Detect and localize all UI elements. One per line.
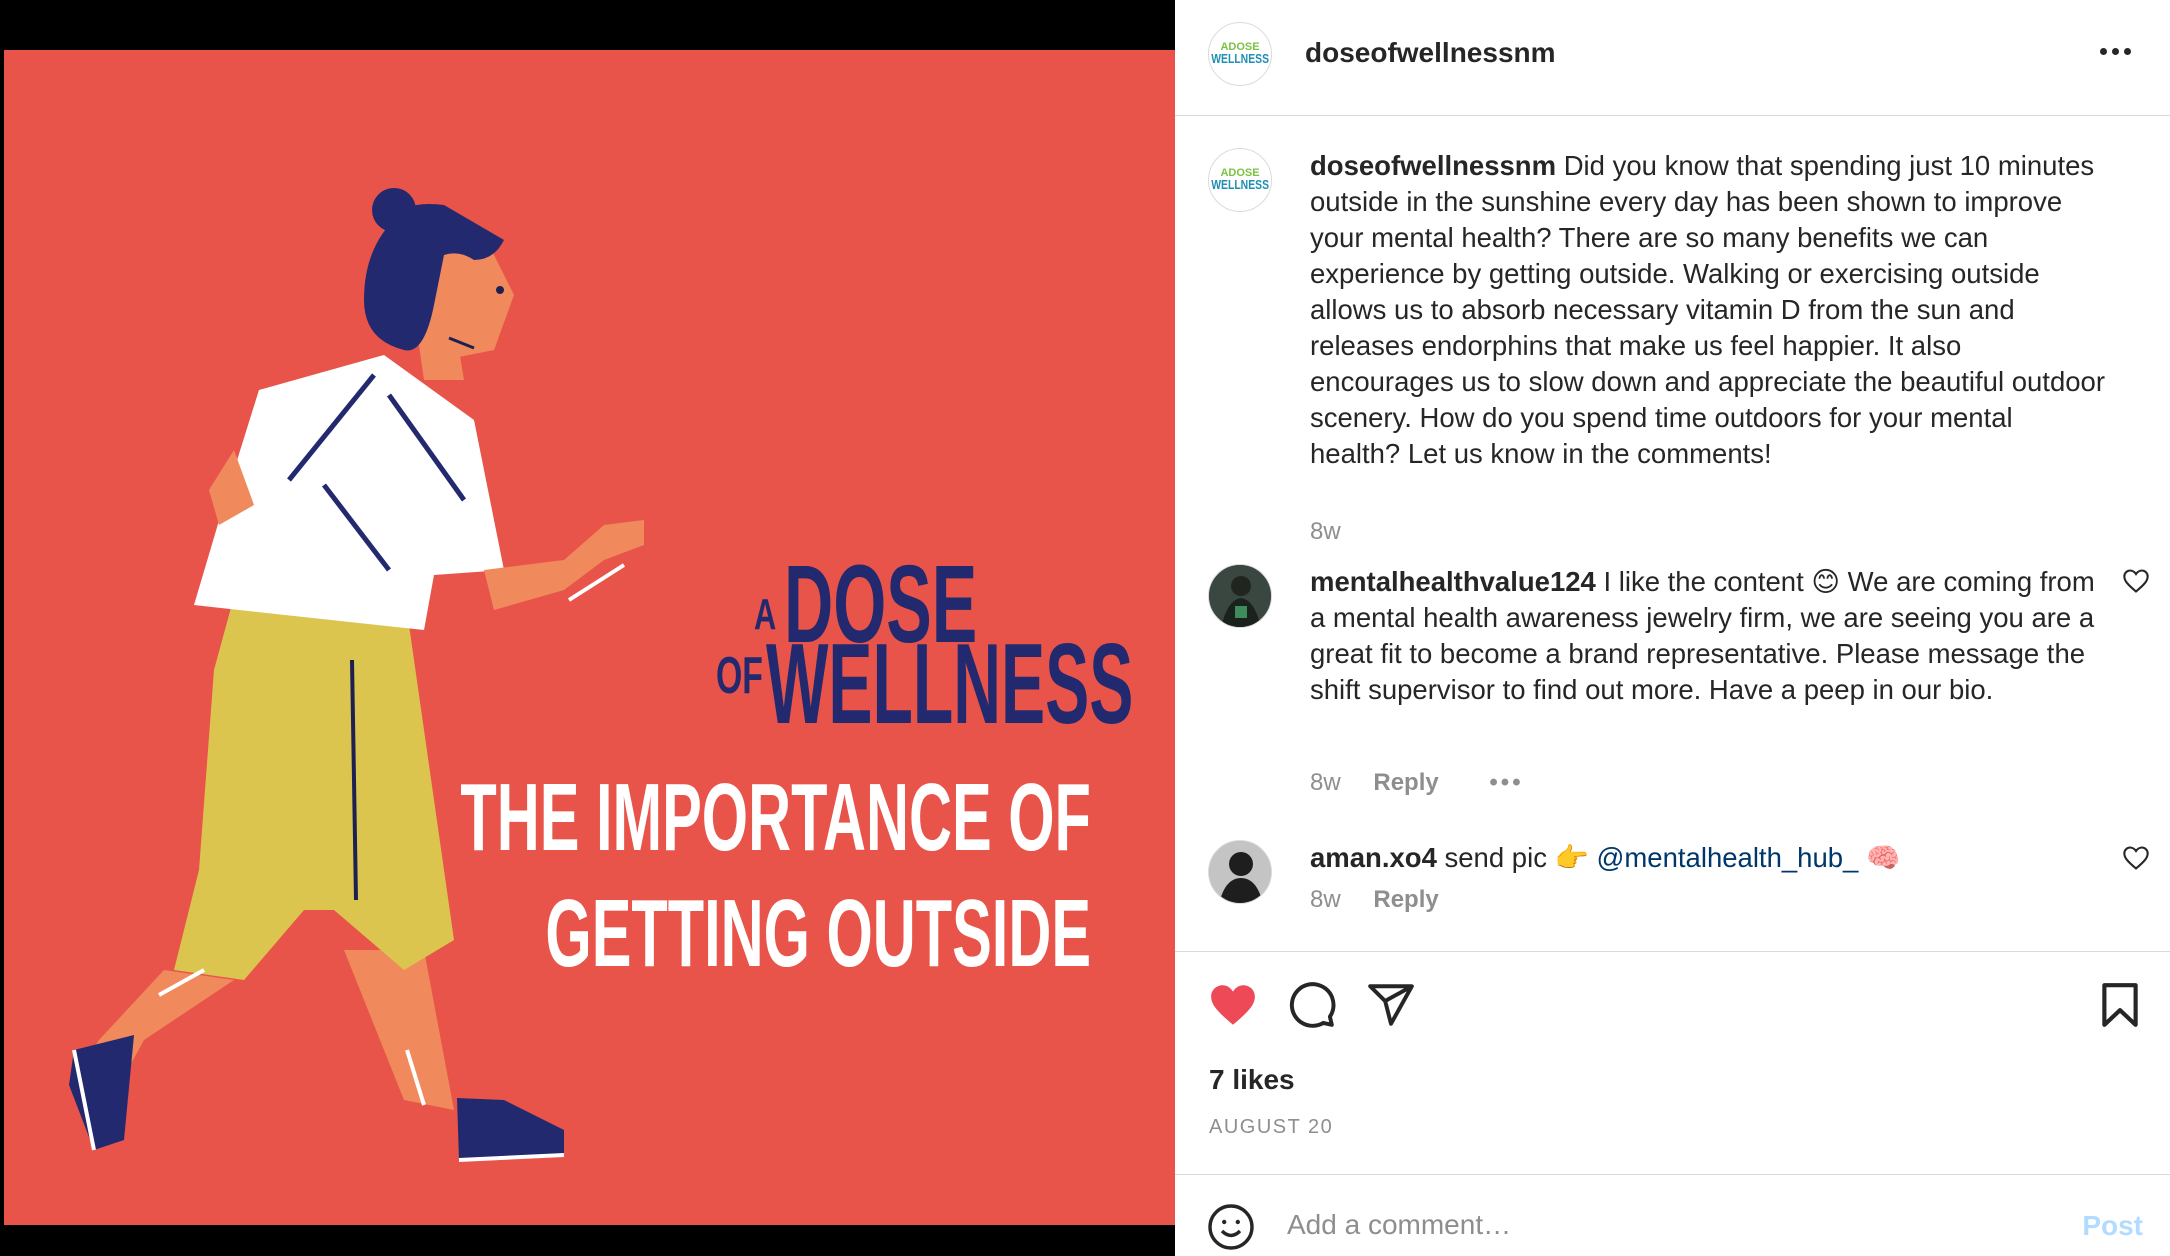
mention-link[interactable]: @mentalhealth_hub_ [1596,842,1858,873]
commenter-avatar-image [1209,565,1271,627]
brain-emoji: 🧠 [1865,842,1901,873]
commenter-avatar-image [1209,841,1271,903]
comment-body: send pic [1444,842,1555,873]
dose-of-wellness-logo: ADOSE WELLNESS [1211,41,1269,67]
comment-meta: 8w Reply ••• [1310,769,1524,797]
post-actions: 7 likes AUGUST 20 [1175,951,2170,1175]
dose-of-wellness-logo: ADOSE WELLNESS [1211,167,1269,193]
reply-button[interactable]: Reply [1373,769,1438,796]
like-comment-heart-icon[interactable] [2122,844,2150,872]
comment-text: mentalhealthvalue124 I like the content … [1310,564,2110,708]
comment-more-button[interactable]: ••• [1489,769,1523,796]
post-header: ADOSE WELLNESS doseofwellnessnm [1175,0,2170,116]
caption-avatar[interactable]: ADOSE WELLNESS [1208,148,1272,212]
caption-text: doseofwellnessnm Did you know that spend… [1310,148,2110,472]
comments-list: ADOSE WELLNESS doseofwellnessnm Did you … [1175,117,2170,951]
post-image[interactable]: A DOSE OF WELLNESS THE IMPORTANCE OF GET… [4,50,1175,1225]
more-options-icon[interactable] [2100,42,2140,62]
header-username[interactable]: doseofwellnessnm [1305,37,1556,69]
brand-logo-of: OF [716,647,763,705]
comment-body-part1: I like the content [1603,566,1812,597]
comment-time[interactable]: 8w [1310,769,1341,796]
commenter-avatar[interactable] [1208,564,1272,628]
comment-username[interactable]: aman.xo4 [1310,842,1437,873]
like-heart-icon[interactable] [1208,980,1258,1030]
comment-icon[interactable] [1287,980,1337,1030]
post-media: A DOSE OF WELLNESS THE IMPORTANCE OF GET… [0,0,1175,1256]
post-comment-button[interactable]: Post [2082,1210,2143,1242]
share-icon[interactable] [1366,980,1416,1030]
likes-count[interactable]: 7 likes [1209,1064,1295,1096]
comment-time[interactable]: 8w [1310,886,1341,913]
smile-emoji: 😊 [1811,566,1841,597]
emoji-icon[interactable] [1207,1203,1255,1251]
comment-text: aman.xo4 send pic 👉 @mentalhealth_hub_ 🧠 [1310,840,2110,876]
comment-username[interactable]: mentalhealthvalue124 [1310,566,1596,597]
post-headline-line1: THE IMPORTANCE OF [460,764,1091,871]
add-comment-bar: Post [1175,1176,2170,1256]
comment-meta: 8w Reply [1310,886,1439,914]
commenter-avatar[interactable] [1208,840,1272,904]
post-date[interactable]: AUGUST 20 [1209,1116,1333,1139]
save-bookmark-icon[interactable] [2095,980,2145,1030]
like-comment-heart-icon[interactable] [2122,567,2150,595]
brand-logo-wellness: WELLNESS [766,621,1134,748]
caption-body: Did you know that spending just 10 minut… [1310,150,2105,469]
caption-username[interactable]: doseofwellnessnm [1310,150,1556,181]
post-sidebar: ADOSE WELLNESS doseofwellnessnm ADOSE WE… [1175,0,2170,1256]
avatar[interactable]: ADOSE WELLNESS [1208,22,1272,86]
caption-time[interactable]: 8w [1310,518,1341,545]
pointing-hand-emoji: 👉 [1554,842,1589,873]
comment-input[interactable] [1287,1194,2027,1256]
reply-button[interactable]: Reply [1373,886,1438,913]
post-headline-line2: GETTING OUTSIDE [545,880,1091,987]
brand-logo: A DOSE OF WELLNESS [704,520,1133,760]
caption-meta: 8w [1310,518,1341,546]
